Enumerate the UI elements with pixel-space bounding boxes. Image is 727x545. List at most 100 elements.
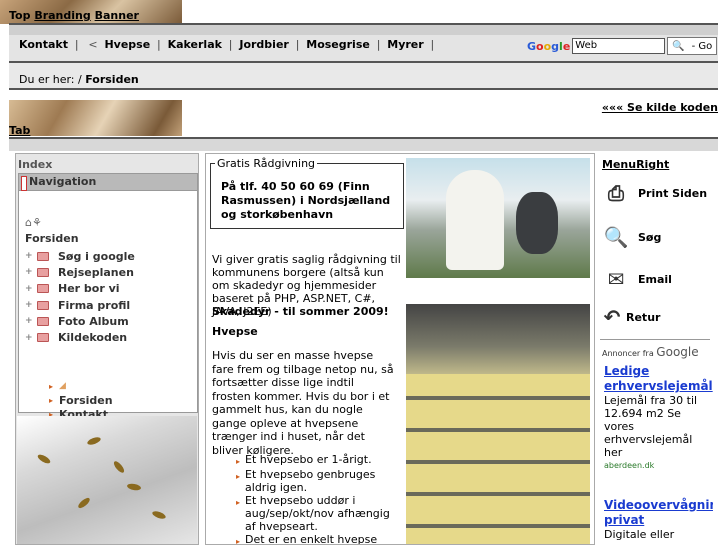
advice-text: På tlf. 40 50 60 69 (Finn Rasmussen) i N… (221, 180, 391, 221)
section-heading: Skadedyr - til sommer 2009! (212, 305, 389, 318)
subsection-heading: Hvepse (212, 325, 258, 338)
tree-item-firma-profil[interactable]: + Firma profil (25, 297, 135, 313)
wasp-photo (17, 416, 197, 544)
search-go-label: - Go (691, 40, 713, 52)
arrow-icon: ▸ (236, 457, 241, 466)
list-item: ▸ Et hvepsebo uddør i aug/sep/okt/nov afh… (236, 494, 390, 533)
ad-url[interactable]: aberdeen.dk (604, 459, 712, 472)
back-arrow-icon[interactable]: < (88, 38, 97, 51)
nav-link-hvepse[interactable]: Hvepse (104, 38, 150, 51)
right-column: MenuRight ⎙ Print Siden 🔍 Søg ✉ Email ↶ … (598, 153, 713, 545)
top-branding-banner[interactable]: Top Branding Banner (9, 9, 139, 22)
folder-icon (37, 284, 49, 294)
left-column: Index Navigation ⌂⚘ Forsiden + Søg i goog… (15, 153, 199, 545)
tab-band (9, 137, 718, 151)
banner-word-banner: Banner (94, 9, 139, 22)
navigation-header[interactable]: Navigation (19, 174, 197, 191)
view-source-link[interactable]: ««« Se kilde koden (602, 101, 718, 114)
folder-icon (37, 267, 49, 277)
expand-icon: + (25, 267, 33, 278)
banner-word-top: Top (9, 9, 31, 22)
breadcrumb-current[interactable]: Forsiden (85, 73, 139, 86)
nav-link-myrer[interactable]: Myrer (387, 38, 423, 51)
ad-title-link[interactable]: Ledige erhvervslejemål (604, 364, 713, 394)
beekeeper-photo (406, 158, 590, 278)
envelope-icon: ✉ (607, 267, 625, 291)
list-item: ▸ Det er en enkelt hvepse (236, 533, 401, 545)
nav-links: Kontakt | < Hvepse | Kakerlak | Jordbier… (19, 38, 437, 51)
arrow-icon: ▸ (49, 381, 54, 391)
arrow-icon: ▸ (236, 537, 241, 545)
home-icon: ⌂⚘ (25, 216, 42, 229)
nav-separator: | (376, 38, 381, 51)
breadcrumb: Du er her: / Forsiden (19, 73, 139, 86)
divider (600, 339, 710, 340)
expand-icon: + (25, 316, 33, 327)
ad-body: Lejemål fra 30 til 12.694 m2 Se vores er… (604, 394, 698, 459)
return-button[interactable]: ↶ Retur (602, 305, 661, 329)
list-item: ▸ Et hvepsebo er 1-årigt. (236, 453, 372, 466)
arrow-icon: ▸ (236, 472, 241, 481)
menu-right-label[interactable]: MenuRight (602, 158, 669, 171)
advice-legend: Gratis Rådgivning (215, 157, 318, 170)
tree-item-foto-album[interactable]: + Foto Album (25, 313, 135, 329)
breadcrumb-prefix: Du er her: / (19, 73, 82, 86)
nav-link-kakerlak[interactable]: Kakerlak (168, 38, 222, 51)
expand-icon: + (25, 300, 33, 311)
index-label: Index (18, 158, 53, 171)
tree-item-kildekoden[interactable]: + Kildekoden (25, 329, 135, 345)
ad-body: Digitale eller (604, 528, 675, 541)
nav-separator: | (295, 38, 300, 51)
google-ads-label: Annoncer fra Google (602, 345, 699, 359)
ad-title-link[interactable]: Videoovervågning privat (604, 498, 713, 528)
nav-separator: | (157, 38, 161, 51)
return-arrow-icon: ↶ (603, 305, 621, 329)
google-logo: Google (527, 39, 571, 53)
tree-item-her-bor-vi[interactable]: + Her bor vi (25, 281, 135, 297)
nav-link-mosegrise[interactable]: Mosegrise (306, 38, 370, 51)
tab-image (9, 100, 182, 136)
banner-word-branding: Branding (34, 9, 91, 22)
nav-link-jordbier[interactable]: Jordbier (239, 38, 288, 51)
email-button[interactable]: ✉ Email (602, 267, 672, 291)
advice-box: Gratis Rådgivning På tlf. 40 50 60 69 (F… (210, 157, 404, 229)
breadcrumb-bar: Du er her: / Forsiden (9, 63, 718, 90)
ad-block-2: Videoovervågning privat Digitale eller (604, 498, 713, 541)
sub-link-empty: ▸ ◢ (49, 381, 66, 391)
sub-links: ▸ ◢ ▸ Forsiden ▸ Kontakt (49, 379, 113, 421)
nav-separator: | (74, 38, 79, 51)
folder-icon (37, 333, 49, 343)
hvepse-paragraph: Hvis du ser en masse hvepse fare frem og… (212, 349, 394, 457)
search-button[interactable]: 🔍 Søg (602, 225, 662, 249)
nav-separator: | (228, 38, 233, 51)
search-input[interactable]: Web (572, 38, 666, 54)
ad-block-1: Ledige erhvervslejemål Lejemål fra 30 ti… (604, 364, 713, 472)
tree-root-forsiden[interactable]: Forsiden (25, 232, 79, 245)
search-icon: 🔍 (672, 40, 685, 52)
nav-tree: + Søg i google + Rejseplanen + Her bor vi +… (25, 248, 135, 346)
expand-icon: + (25, 332, 33, 343)
sub-link-forsiden[interactable]: ▸ Forsiden (49, 393, 113, 407)
fact-list: ▸ Et hvepsebo er 1-årigt. ▸ Et hvepsebo ge… (236, 453, 401, 545)
google-search: Google Web 🔍 - Go (527, 37, 718, 55)
search-icon: 🔍 (603, 225, 629, 249)
navbar-band (9, 25, 718, 35)
list-item: ▸ Et hvepsebo genbruges aldrig igen. (236, 468, 376, 494)
tree-item-google[interactable]: + Søg i google (25, 248, 135, 264)
nav-separator: | (430, 38, 435, 51)
arrow-icon: ▸ (236, 498, 241, 507)
folder-icon (37, 300, 49, 310)
tree-item-rejseplanen[interactable]: + Rejseplanen (25, 264, 135, 280)
folder-icon (37, 251, 49, 261)
arrow-icon: ▸ (49, 395, 54, 405)
wasp-nest-photo (406, 304, 590, 544)
nav-link-kontakt[interactable]: Kontakt (19, 38, 68, 51)
print-page-button[interactable]: ⎙ Print Siden (602, 181, 707, 205)
top-navbar: Kontakt | < Hvepse | Kakerlak | Jordbier… (9, 23, 718, 63)
folder-icon (37, 316, 49, 326)
search-go-button[interactable]: 🔍 - Go (667, 37, 718, 55)
navigation-panel: Navigation ⌂⚘ Forsiden + Søg i google + Re… (18, 173, 198, 421)
tab-link[interactable]: Tab (9, 124, 30, 137)
printer-icon: ⎙ (608, 181, 624, 205)
expand-icon: + (25, 283, 33, 294)
